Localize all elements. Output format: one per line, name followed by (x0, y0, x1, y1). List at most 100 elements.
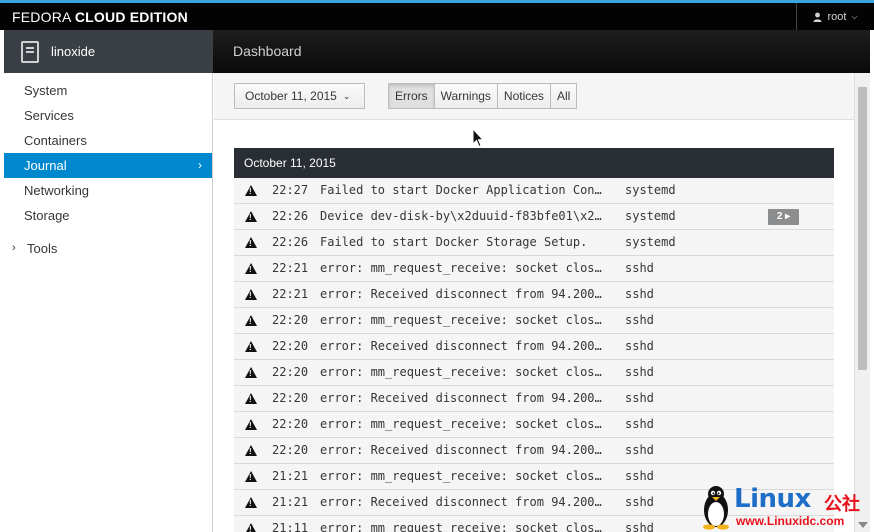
warning-triangle-icon (245, 471, 257, 482)
journal-row-message: error: Received disconnect from 94.200.1… (320, 495, 604, 509)
journal-row-time: 22:27 (272, 183, 309, 197)
journal-row-identifier: sshd (625, 495, 654, 509)
sidebar-item-label: Tools (27, 241, 58, 256)
warning-triangle-icon (245, 419, 257, 430)
date-dropdown[interactable]: October 11, 2015 ⌄ (234, 83, 365, 109)
warning-triangle-icon (245, 237, 257, 248)
priority-filter: Errors Warnings Notices All (388, 83, 578, 109)
journal-row-identifier: systemd (625, 235, 676, 249)
top-navbar: FEDORA CLOUD EDITION root ⌵ (0, 0, 874, 30)
journal-row[interactable]: 22:20 error: mm_request_receive: socket c… (234, 360, 834, 386)
chevron-right-icon: › (12, 242, 16, 254)
journal-row-message: error: Received disconnect from 94.200.1… (320, 287, 604, 301)
journal-row-identifier: sshd (625, 287, 654, 301)
journal-row-time: 22:21 (272, 287, 309, 301)
journal-row-time: 22:21 (272, 261, 309, 275)
journal-row-time: 22:20 (272, 443, 309, 457)
journal-row-message: error: Received disconnect from 94.200.1… (320, 443, 604, 457)
warning-triangle-icon (245, 393, 257, 404)
journal-row-identifier: sshd (625, 339, 654, 353)
journal-row[interactable]: 22:27 Failed to start Docker Application … (234, 178, 834, 204)
priority-warnings-button[interactable]: Warnings (434, 84, 498, 108)
journal-row-message: error: mm_request_receive: socket closed (320, 313, 604, 327)
user-menu[interactable]: root ⌵ (796, 3, 874, 30)
journal-row-message: Failed to start Docker Storage Setup. (320, 235, 588, 249)
user-name: root (827, 10, 847, 23)
journal-row-message: error: mm_request_receive: socket closed (320, 261, 604, 275)
watermark-word: Linux (734, 484, 811, 514)
journal-row-identifier: systemd (625, 209, 676, 223)
warning-triangle-icon (245, 263, 257, 274)
journal-row[interactable]: 22:20 error: mm_request_receive: socket c… (234, 412, 834, 438)
brand-logo: FEDORA CLOUD EDITION (12, 9, 188, 25)
warning-triangle-icon (245, 367, 257, 378)
journal-list: October 11, 2015 22:27 Failed to start Do… (234, 148, 834, 532)
warning-triangle-icon (245, 445, 257, 456)
journal-row[interactable]: 22:21 error: Received disconnect from 94.… (234, 282, 834, 308)
brand-bold-text: CLOUD EDITION (74, 9, 188, 25)
host-name: linoxide (51, 44, 96, 59)
journal-panel: October 11, 2015 ⌄ Errors Warnings Notic… (214, 73, 854, 532)
journal-row-message: error: Received disconnect from 94.200.1… (320, 391, 604, 405)
journal-row-time: 22:20 (272, 391, 309, 405)
journal-row-time: 22:20 (272, 417, 309, 431)
journal-row[interactable]: 22:26 Device dev-disk-by\x2duuid-f83bfe01… (234, 204, 834, 230)
sidebar-item-containers[interactable]: Containers (4, 128, 212, 153)
journal-toolbar: October 11, 2015 ⌄ Errors Warnings Notic… (214, 73, 854, 120)
journal-row[interactable]: 22:20 error: Received disconnect from 94.… (234, 386, 834, 412)
journal-row-message: error: mm_request_receive: socket closed (320, 365, 604, 379)
sidebar-item-label: Storage (24, 208, 70, 223)
journal-rows: 22:27 Failed to start Docker Application … (234, 178, 834, 532)
journal-row[interactable]: 22:20 error: mm_request_receive: socket c… (234, 308, 834, 334)
journal-row-time: 22:20 (272, 365, 309, 379)
sidebar-item-label: Services (24, 108, 74, 123)
journal-row-time: 21:11 (272, 521, 309, 532)
journal-row-message: Failed to start Docker Application Conta… (320, 183, 604, 197)
caret-right-icon: ▸ (782, 211, 791, 222)
warning-triangle-icon (245, 211, 257, 222)
sidebar-item-label: Containers (24, 133, 87, 148)
priority-notices-button[interactable]: Notices (497, 84, 551, 108)
journal-row-identifier: sshd (625, 417, 654, 431)
priority-errors-button[interactable]: Errors (389, 84, 435, 108)
journal-row-identifier: sshd (625, 313, 654, 327)
priority-all-button[interactable]: All (550, 84, 577, 108)
warning-triangle-icon (245, 497, 257, 508)
journal-row-time: 22:20 (272, 339, 309, 353)
journal-day-header: October 11, 2015 (234, 148, 834, 178)
warning-triangle-icon (245, 523, 257, 532)
journal-row-message: Device dev-disk-by\x2duuid-f83bfe01\x2d.… (320, 209, 604, 223)
watermark: Linux 公社 www.Linuxidc.com (696, 484, 874, 532)
host-switcher[interactable]: linoxide (4, 30, 213, 73)
warning-triangle-icon (245, 341, 257, 352)
journal-row-message: error: mm_request_receive: socket closed (320, 469, 604, 483)
journal-row-message: error: Received disconnect from 94.200.1… (320, 339, 604, 353)
journal-row-identifier: sshd (625, 521, 654, 532)
sidebar-item-journal[interactable]: Journal › (4, 153, 212, 178)
chevron-down-icon: ⌄ (342, 90, 351, 101)
chevron-right-icon: › (198, 158, 202, 172)
warning-triangle-icon (245, 289, 257, 300)
page-title[interactable]: Dashboard (233, 43, 302, 59)
journal-row-message: error: mm_request_receive: socket closed (320, 417, 604, 431)
sidebar-item-services[interactable]: Services (4, 103, 212, 128)
journal-row[interactable]: 22:21 error: mm_request_receive: socket c… (234, 256, 834, 282)
server-icon (21, 40, 39, 63)
scrollbar-thumb[interactable] (858, 87, 867, 370)
warning-triangle-icon (245, 315, 257, 326)
date-dropdown-value: October 11, 2015 (245, 89, 337, 103)
warning-triangle-icon (245, 185, 257, 196)
journal-row[interactable]: 22:26 Failed to start Docker Storage Setu… (234, 230, 834, 256)
mouse-cursor-icon (472, 128, 484, 148)
journal-row-identifier: systemd (625, 183, 676, 197)
sidebar-item-system[interactable]: System (4, 78, 212, 103)
journal-row[interactable]: 22:20 error: Received disconnect from 94.… (234, 334, 834, 360)
journal-row-identifier: sshd (625, 391, 654, 405)
sidebar-item-networking[interactable]: Networking (4, 178, 212, 203)
journal-row-time: 21:21 (272, 495, 309, 509)
journal-row[interactable]: 22:20 error: Received disconnect from 94.… (234, 438, 834, 464)
sidebar-item-storage[interactable]: Storage (4, 203, 212, 228)
page-header: Dashboard (213, 30, 870, 73)
sidebar-item-tools[interactable]: › Tools (4, 236, 212, 261)
scrollbar[interactable] (854, 73, 870, 532)
